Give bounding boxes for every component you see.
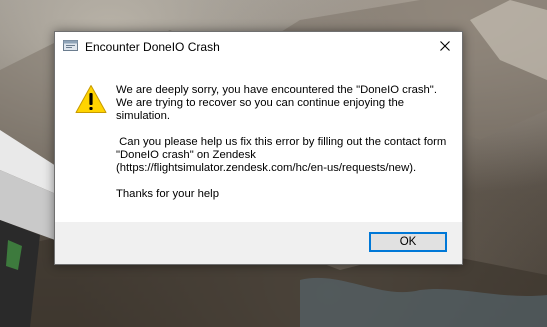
title-bar: Encounter DoneIO Crash [55, 32, 462, 62]
crash-dialog: Encounter DoneIO Crash We are deeply sor… [54, 31, 463, 265]
ok-button[interactable]: OK [369, 232, 447, 252]
close-button[interactable] [428, 32, 462, 60]
message-paragraph-1: We are deeply sorry, you have encountere… [116, 84, 441, 122]
button-bar: OK [55, 222, 462, 264]
warning-icon [75, 85, 107, 113]
close-icon [440, 41, 450, 51]
message-paragraph-2: Can you please help us fix this error by… [116, 136, 450, 174]
dialog-content: We are deeply sorry, you have encountere… [55, 62, 462, 224]
dialog-title: Encounter DoneIO Crash [85, 40, 220, 54]
message-paragraph-3: Thanks for your help [116, 188, 219, 200]
dialog-message: We are deeply sorry, you have encountere… [116, 84, 451, 201]
app-window-icon [63, 40, 78, 51]
